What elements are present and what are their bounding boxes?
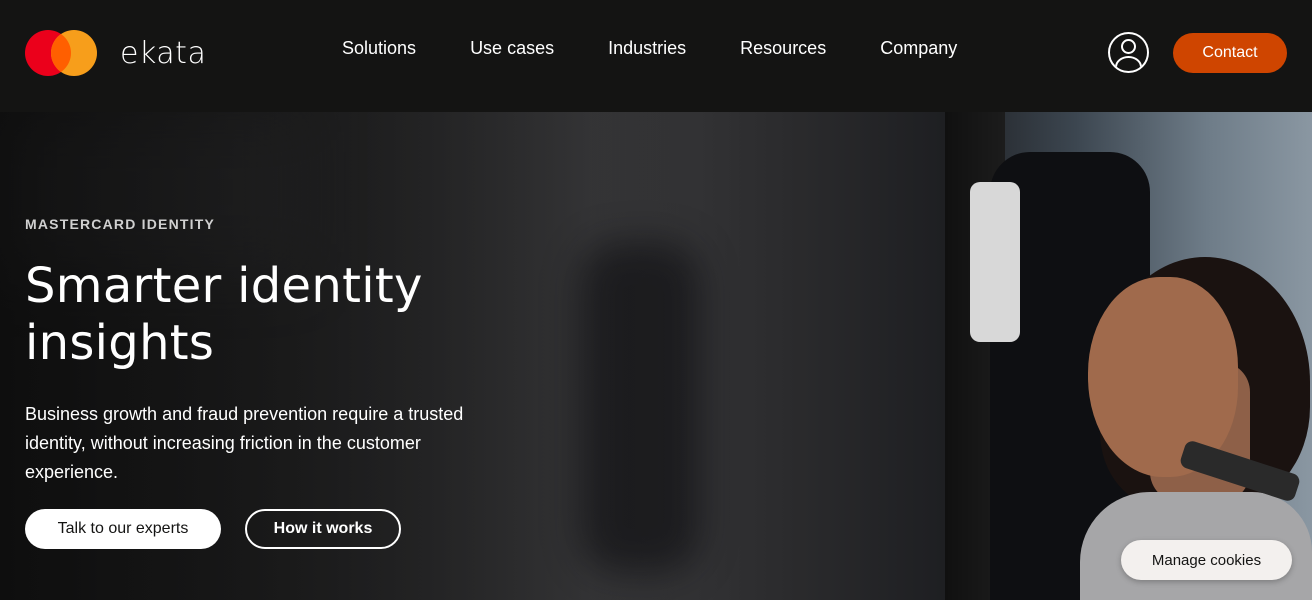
- brand-name: ekata: [120, 35, 207, 71]
- nav-company[interactable]: Company: [880, 38, 957, 59]
- nav-resources[interactable]: Resources: [740, 38, 826, 59]
- ekata-logo[interactable]: ekata: [25, 30, 206, 76]
- hero-headline: Smarter identity insights: [25, 258, 423, 371]
- manage-cookies-button[interactable]: Manage cookies: [1121, 540, 1292, 580]
- site-header: ekata Solutions Use cases Industries Res…: [0, 0, 1312, 112]
- hero-section: MASTERCARD IDENTITY Smarter identity ins…: [0, 112, 1312, 600]
- hero-subtext: Business growth and fraud prevention req…: [25, 404, 464, 482]
- hero-shirt-collar: [970, 182, 1020, 342]
- main-nav: Solutions Use cases Industries Resources…: [342, 38, 1011, 59]
- nav-industries[interactable]: Industries: [608, 38, 686, 59]
- talk-to-experts-button[interactable]: Talk to our experts: [25, 509, 221, 549]
- nav-solutions[interactable]: Solutions: [342, 38, 416, 59]
- mastercard-circles-icon: [25, 30, 97, 76]
- how-it-works-button[interactable]: How it works: [245, 509, 401, 549]
- contact-button[interactable]: Contact: [1173, 33, 1287, 73]
- hero-person-face: [1088, 277, 1238, 477]
- user-account-icon[interactable]: [1108, 32, 1149, 73]
- nav-use-cases[interactable]: Use cases: [470, 38, 554, 59]
- hero-cta-row: Talk to our experts How it works: [25, 509, 401, 549]
- hero-eyebrow: MASTERCARD IDENTITY: [25, 216, 216, 232]
